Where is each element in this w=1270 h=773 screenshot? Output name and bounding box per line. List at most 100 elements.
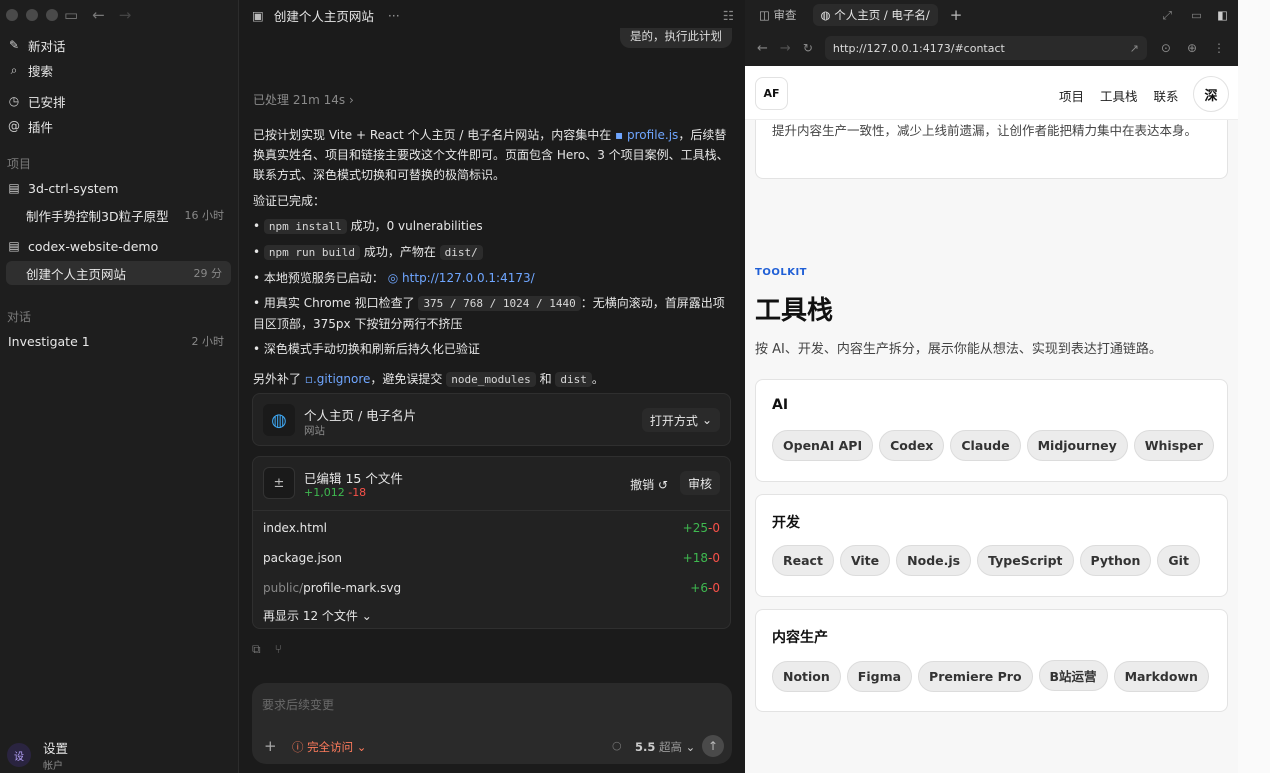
file-link-gitignore[interactable]: ▫.gitignore (305, 372, 371, 386)
new-chat-button[interactable]: ✎ 新对话 (0, 33, 239, 57)
section-description: 按 AI、开发、内容生产拆分，展示你能从想法、实现到表达打通链路。 (755, 342, 1162, 357)
model-dropdown[interactable]: 5.5 超高 ⌄ (635, 739, 695, 755)
reload-icon[interactable]: ↻ (803, 41, 813, 55)
split-view-icon[interactable]: ◧ (1217, 8, 1228, 22)
file-del: -0 (708, 521, 720, 535)
file-add: +25 (682, 521, 708, 535)
file-row[interactable]: index.html +25 -0 (253, 513, 730, 543)
zoom-window-button[interactable] (46, 9, 58, 21)
undo-button[interactable]: 撤销 ↺ (630, 476, 668, 493)
scheduled-button[interactable]: ◷ 已安排 (0, 89, 239, 113)
show-more-files[interactable]: 再显示 12 个文件 ⌄ (263, 607, 372, 624)
send-button[interactable]: ↑ (702, 735, 724, 757)
tool-chip: Midjourney (1026, 430, 1128, 461)
open-external-icon[interactable]: ↗ (1130, 42, 1139, 55)
verification-list: • npm install 成功，0 vulnerabilities • npm… (253, 216, 731, 359)
active-tab[interactable]: ◍ 个人主页 / 电子名/ (812, 4, 938, 26)
undo-icon: ↺ (657, 478, 668, 492)
menu-icon[interactable]: ⋮ (1213, 41, 1225, 55)
project-3d-ctrl-system[interactable]: ▤ 3d-ctrl-system (0, 176, 239, 200)
site-nav: 项目 工具栈 联系 (1059, 86, 1179, 105)
add-icon[interactable]: ⊕ (1187, 41, 1197, 55)
search-icon: ⌕ (10, 62, 18, 77)
list-item: • npm install 成功，0 vulnerabilities (253, 219, 483, 234)
settings-label: 设置 (43, 741, 69, 756)
review-tab[interactable]: ◫ 审查 (759, 7, 797, 23)
project-codex-website-demo[interactable]: ▤ codex-website-demo (0, 234, 239, 258)
window-edge (1238, 0, 1270, 773)
preview-link[interactable]: ◎ http://127.0.0.1:4173/ (388, 271, 535, 285)
browser-forward-icon[interactable]: → (780, 41, 791, 56)
tool-chip: Python (1079, 545, 1152, 576)
back-arrow-icon[interactable]: ← (92, 6, 105, 24)
minimize-window-button[interactable] (26, 9, 38, 21)
url-bar[interactable]: http://127.0.0.1:4173/#contact ↗ (824, 36, 1147, 60)
panel-icon[interactable]: ▭ (1191, 8, 1202, 22)
project2-task-active[interactable]: 创建个人主页网站 29 分 (6, 261, 231, 285)
nav-toolkit[interactable]: 工具栈 (1100, 86, 1138, 105)
browser-back-icon[interactable]: ← (757, 41, 768, 56)
file-row[interactable]: public/profile-mark.svg +6 -0 (253, 573, 730, 603)
processed-toggle[interactable]: 已处理 21m 14s › (253, 91, 354, 108)
tool-chip: TypeScript (977, 545, 1074, 576)
web-page: AF 项目 工具栈 联系 深 提升内容生产一致性，减少上线前遗漏，让创作者能把精… (745, 66, 1238, 773)
diff-icon: ± (263, 467, 295, 499)
assistant-message: 已按计划实现 Vite + React 个人主页 / 电子名片网站，内容集中在 … (253, 125, 731, 390)
open-with-button[interactable]: 打开方式 ⌄ (641, 408, 720, 432)
chats-heading: 对话 (7, 310, 32, 324)
avatar: 设 (7, 743, 31, 767)
deleted-count: -18 (348, 486, 367, 499)
forward-arrow-icon[interactable]: → (119, 6, 132, 24)
composer-input[interactable]: 要求后续变更 (262, 696, 334, 713)
toolkit-card: AI OpenAI API Codex Claude Midjourney Whisper (755, 379, 1228, 482)
file-link-profile[interactable]: ▪ profile.js (615, 128, 678, 142)
summary-paragraph: 已按计划实现 Vite + React 个人主页 / 电子名片网站，内容集中在 … (253, 128, 729, 182)
review-button[interactable]: 审核 (679, 471, 720, 495)
tool-chip: Premiere Pro (918, 661, 1033, 692)
tool-chip: OpenAI API (772, 430, 874, 461)
screenshot-icon[interactable]: ⊙ (1161, 41, 1171, 55)
chat-investigate-1[interactable]: Investigate 12 小时 (0, 329, 239, 353)
toolkit-card: 内容生产 Notion Figma Premiere Pro B站运营 Markdown (755, 609, 1228, 712)
list-item: • npm run build 成功，产物在 dist/ (253, 242, 731, 263)
edited-files-card: ± 已编辑 15 个文件 +1,012 -18 撤销 ↺ 审核 index.ht… (252, 456, 731, 629)
verified-heading: 验证已完成： (253, 194, 326, 208)
theme-toggle-button[interactable]: 深 (1193, 76, 1229, 112)
expand-icon[interactable]: ⤢ (1163, 8, 1172, 23)
globe-icon: ◍ (820, 8, 831, 22)
added-count: +1,012 (304, 486, 345, 499)
fork-icon[interactable]: ⑂ (275, 642, 282, 657)
list-item: • 深色模式手动切换和刷新后持久化已验证 (253, 342, 480, 356)
plugins-button[interactable]: @ 插件 (0, 114, 239, 138)
tool-chip: Markdown (1113, 661, 1209, 692)
new-tab-button[interactable]: + (950, 6, 963, 24)
site-logo[interactable]: AF (755, 77, 788, 110)
file-add: +18 (682, 551, 708, 565)
access-dropdown[interactable]: ⓘ 完全访问 ⌄ (292, 739, 366, 755)
settings-button[interactable]: 设 设置 帐户 (7, 738, 68, 772)
nav-projects[interactable]: 项目 (1059, 86, 1084, 105)
composer: 要求后续变更 + ⓘ 完全访问 ⌄ ○ 5.5 超高 ⌄ ↑ (252, 683, 732, 764)
tasks-icon[interactable]: ☷ (723, 8, 734, 23)
chevron-down-icon: ⌄ (701, 413, 712, 427)
copy-icon[interactable]: ⧉ (252, 642, 261, 657)
file-path: index.html (263, 521, 327, 535)
project1-task[interactable]: 制作手势控制3D粒子原型 16 小时 (0, 203, 239, 227)
tool-chip: React (772, 545, 834, 576)
folder-icon: ▤ (8, 181, 20, 195)
browser-panel: ◫ 审查 ◍ 个人主页 / 电子名/ + ⤢ ▭ ◧ ← → ↻ http://… (745, 0, 1238, 773)
toolkit-card-title: AI (772, 397, 789, 413)
doc-icon: ▣ (252, 7, 264, 23)
file-del: -0 (708, 581, 720, 595)
close-window-button[interactable] (6, 9, 18, 21)
more-icon[interactable]: ··· (388, 8, 400, 23)
add-icon[interactable]: + (264, 737, 277, 755)
chevron-down-icon: ⌄ (361, 609, 372, 623)
toolkit-card-title: 内容生产 (772, 630, 828, 646)
search-button[interactable]: ⌕ 搜索 (0, 58, 239, 82)
sidebar-toggle-icon[interactable]: ▭ (64, 6, 78, 24)
nav-contact[interactable]: 联系 (1154, 86, 1179, 105)
tool-chip: B站运营 (1038, 660, 1108, 691)
file-row[interactable]: package.json +18 -0 (253, 543, 730, 573)
site-card: ◍ 个人主页 / 电子名片 网站 打开方式 ⌄ (252, 393, 731, 446)
